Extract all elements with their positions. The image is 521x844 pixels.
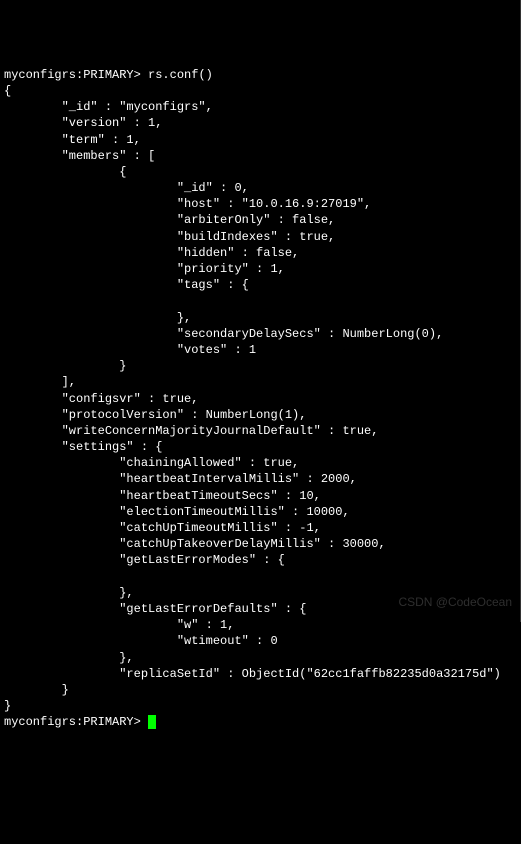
terminal-window[interactable]: myconfigrs:PRIMARY> rs.conf() { "_id" : … (4, 67, 516, 731)
shell-prompt: myconfigrs:PRIMARY> (4, 715, 148, 729)
shell-prompt: myconfigrs:PRIMARY> (4, 68, 148, 82)
watermark-text: CSDN @CodeOcean (398, 594, 512, 610)
cursor-icon (148, 715, 156, 729)
command-output: { "_id" : "myconfigrs", "version" : 1, "… (4, 84, 501, 713)
command-text: rs.conf() (148, 68, 213, 82)
